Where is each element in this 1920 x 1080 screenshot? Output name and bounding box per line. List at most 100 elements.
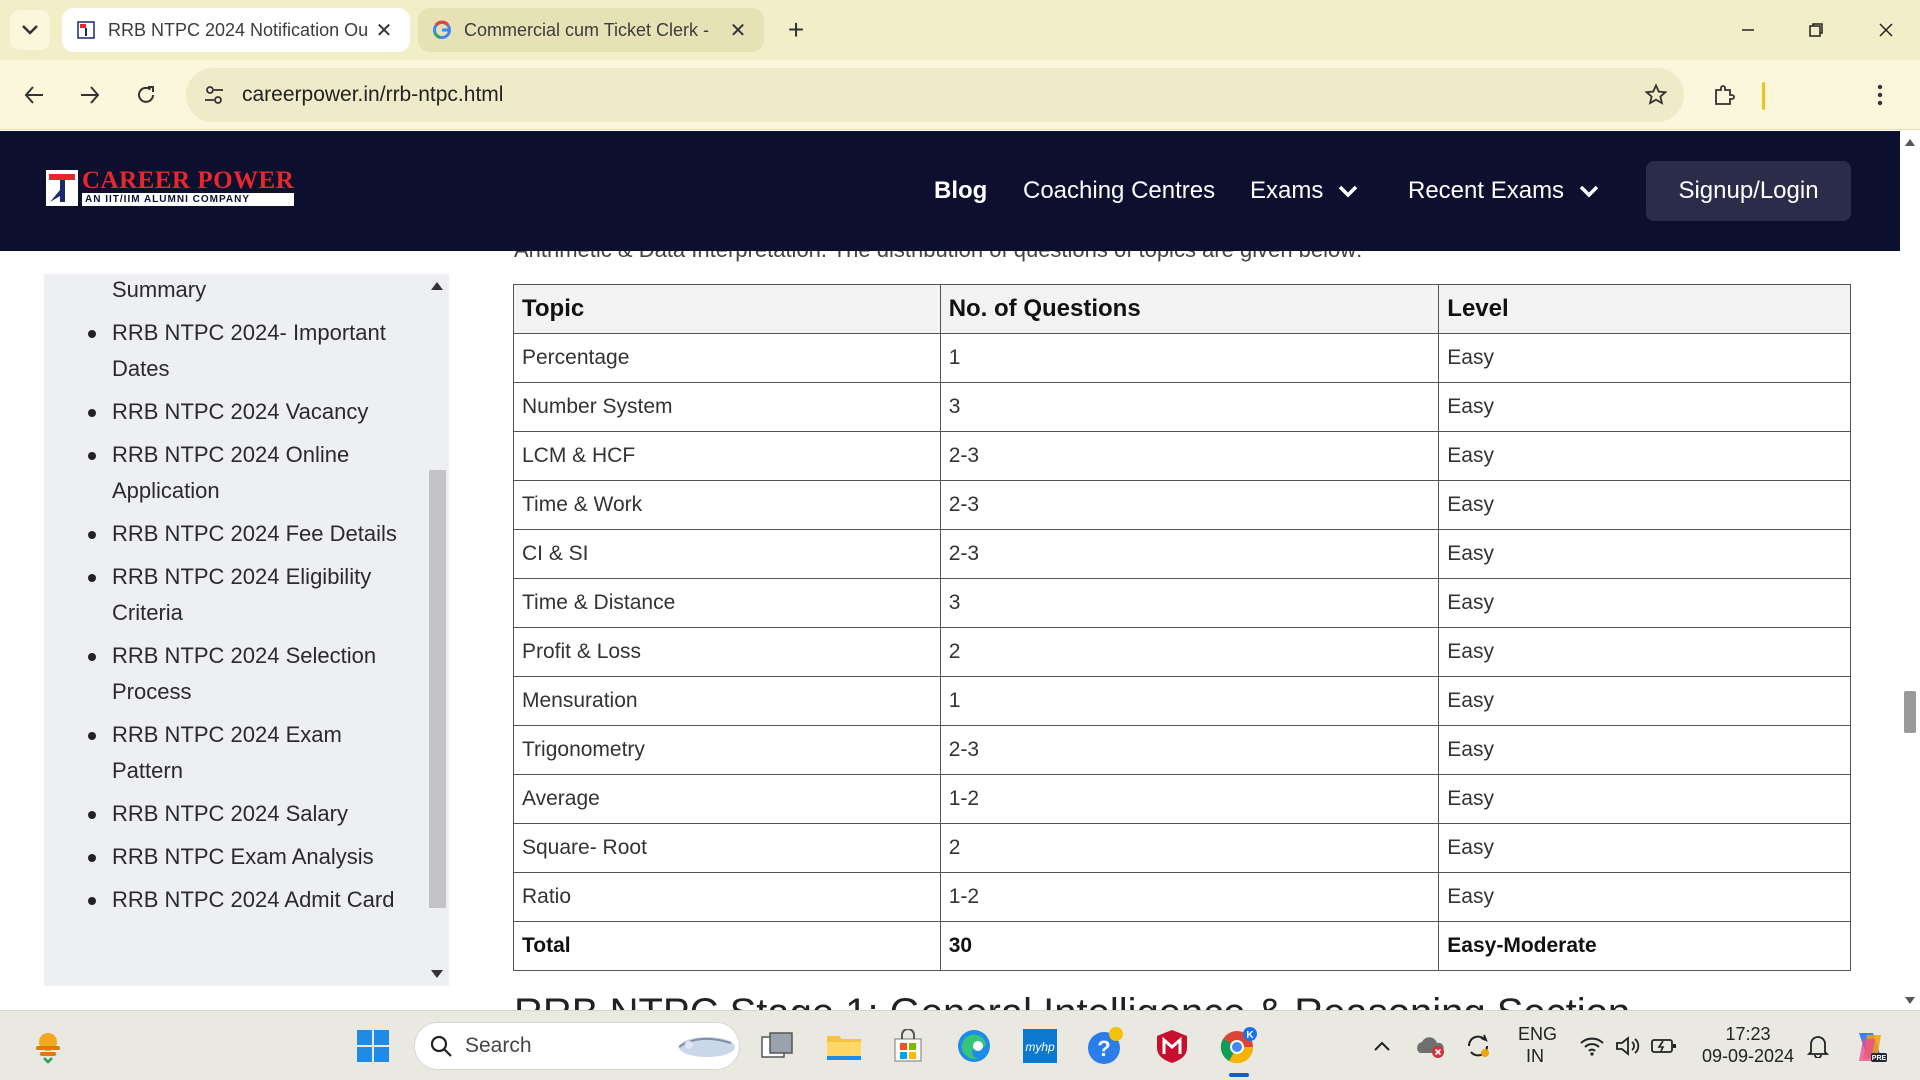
cell-topic: LCM & HCF xyxy=(513,431,941,481)
cell-topic: Average xyxy=(513,774,941,824)
table-body: Percentage 1 Easy Number System 3 Easy LCM & H… xyxy=(513,333,1851,971)
toc-item[interactable]: RRB NTPC Exam Analysis xyxy=(44,839,424,875)
scroll-up-arrow-icon[interactable] xyxy=(431,282,443,290)
page-scrollbar[interactable] xyxy=(1900,131,1920,1010)
get-help-icon[interactable]: ? xyxy=(1084,1024,1128,1068)
start-button[interactable] xyxy=(351,1024,395,1068)
restore-button[interactable] xyxy=(1792,12,1840,48)
bullet-icon xyxy=(88,653,96,661)
close-window-button[interactable] xyxy=(1862,12,1910,48)
mcafee-icon[interactable] xyxy=(1150,1024,1194,1068)
cell-level: Easy xyxy=(1438,823,1851,873)
scroll-up-arrow-icon[interactable] xyxy=(1905,139,1915,146)
input-language-indicator[interactable]: ENG IN xyxy=(1518,1023,1557,1067)
toc-item[interactable]: RRB NTPC 2024 Selection Process xyxy=(44,638,424,710)
table-of-contents: Summary RRB NTPC 2024- Important Dates RRB… xyxy=(44,274,449,986)
task-view-icon[interactable] xyxy=(756,1024,800,1068)
close-tab-icon[interactable]: ✕ xyxy=(726,18,750,43)
bookmark-button[interactable] xyxy=(1628,83,1684,107)
forward-button[interactable] xyxy=(70,75,110,115)
show-hidden-icons-button[interactable] xyxy=(1360,1024,1404,1068)
more-vertical-icon xyxy=(1877,84,1883,106)
toc-item[interactable]: RRB NTPC 2024 Admit Card xyxy=(44,882,424,918)
toc-item[interactable]: Summary xyxy=(44,274,424,308)
toc-item-label: RRB NTPC 2024 Fee Details xyxy=(112,521,397,546)
system-clock[interactable]: 17:23 09-09-2024 xyxy=(1696,1023,1800,1067)
toc-scrollbar-thumb[interactable] xyxy=(429,470,446,908)
chrome-icon[interactable]: K xyxy=(1216,1024,1260,1068)
toc-item-label: RRB NTPC 2024 Selection Process xyxy=(112,643,377,704)
close-tab-icon[interactable]: ✕ xyxy=(372,18,396,43)
battery-charging-icon[interactable] xyxy=(1642,1024,1686,1068)
file-explorer-icon[interactable] xyxy=(822,1024,866,1068)
cell-questions: 2-3 xyxy=(939,480,1440,530)
toc-item[interactable]: RRB NTPC 2024 Vacancy xyxy=(44,394,424,430)
clock-date: 09-09-2024 xyxy=(1701,1046,1795,1066)
copilot-icon[interactable]: PRE xyxy=(1848,1024,1892,1068)
browser-tab-commercial-clerk[interactable]: Commercial cum Ticket Clerk - ✕ xyxy=(418,8,764,52)
edge-browser-icon[interactable] xyxy=(952,1024,996,1068)
logo-mark-icon xyxy=(46,169,78,206)
toc-item[interactable]: RRB NTPC 2024- Important Dates xyxy=(44,315,424,387)
cell-level: Easy xyxy=(1438,480,1851,530)
cell-level: Easy xyxy=(1438,578,1851,628)
toc-item[interactable]: RRB NTPC 2024 Eligibility Criteria xyxy=(44,559,424,631)
column-header-topic: Topic xyxy=(513,284,941,334)
cell-topic: Ratio xyxy=(513,872,941,922)
site-favicon-icon xyxy=(77,21,95,39)
microsoft-store-icon[interactable] xyxy=(886,1024,930,1068)
tab-search-button[interactable] xyxy=(10,10,50,50)
nav-coaching-centres[interactable]: Coaching Centres xyxy=(1023,131,1215,251)
toc-item[interactable]: RRB NTPC 2024 Online Application xyxy=(44,437,424,509)
toc-item[interactable]: RRB NTPC 2024 Exam Pattern xyxy=(44,717,424,789)
career-power-logo[interactable]: CAREER POWER AN IIT/IIM ALUMNI COMPANY xyxy=(46,167,295,206)
site-info-button[interactable] xyxy=(186,84,242,106)
back-button[interactable] xyxy=(14,75,54,115)
column-header-level: Level xyxy=(1438,284,1851,334)
toc-item[interactable]: RRB NTPC 2024 Fee Details xyxy=(44,516,424,552)
next-section-heading-cut: RRB NTPC Stage 1: General Intelligence &… xyxy=(514,991,1630,1010)
toc-item-label: RRB NTPC 2024 Vacancy xyxy=(112,399,369,424)
onedrive-error-icon[interactable] xyxy=(1408,1024,1452,1068)
sync-status-icon[interactable] xyxy=(1456,1024,1500,1068)
new-tab-button[interactable]: + xyxy=(778,12,814,48)
nav-blog[interactable]: Blog xyxy=(934,131,987,251)
weather-widget-icon[interactable] xyxy=(26,1024,70,1068)
cell-topic: Profit & Loss xyxy=(513,627,941,677)
toc-scrollbar[interactable] xyxy=(426,274,449,986)
page-content: Arithmetic & Data Interpretation. The di… xyxy=(0,251,1900,1010)
cell-topic: Number System xyxy=(513,382,941,432)
page-scrollbar-thumb[interactable] xyxy=(1904,691,1916,733)
toc-item[interactable]: RRB NTPC 2024 Salary xyxy=(44,796,424,832)
nav-coaching-label: Coaching Centres xyxy=(1023,177,1216,204)
table-row: Trigonometry 2-3 Easy xyxy=(513,725,1851,775)
cell-level: Easy xyxy=(1438,333,1851,383)
extensions-button[interactable] xyxy=(1704,75,1744,115)
logo-name: CAREER POWER xyxy=(82,167,295,194)
signup-login-button[interactable]: Signup/Login xyxy=(1646,161,1851,221)
total-questions: 30 xyxy=(939,921,1440,971)
toolbar-divider xyxy=(1762,82,1765,110)
plus-icon: + xyxy=(787,14,805,45)
intro-paragraph-cut: Arithmetic & Data Interpretation. The di… xyxy=(514,251,1362,263)
taskbar-search-box[interactable]: Search xyxy=(414,1022,740,1070)
address-bar[interactable]: careerpower.in/rrb-ntpc.html xyxy=(186,68,1684,122)
browser-menu-button[interactable] xyxy=(1860,75,1900,115)
cell-level: Easy xyxy=(1438,529,1851,579)
nav-recent-exams[interactable]: Recent Exams xyxy=(1408,131,1600,251)
clock-time: 17:23 xyxy=(1725,1024,1771,1044)
minimize-button[interactable] xyxy=(1724,12,1772,48)
cell-questions: 1 xyxy=(939,676,1440,726)
tab-title: Commercial cum Ticket Clerk - xyxy=(464,19,710,40)
star-icon xyxy=(1644,83,1668,105)
notifications-icon[interactable] xyxy=(1796,1024,1840,1068)
cell-level: Easy xyxy=(1438,382,1851,432)
myhp-app-icon[interactable]: myhp xyxy=(1018,1024,1062,1068)
scroll-down-arrow-icon[interactable] xyxy=(1905,997,1915,1004)
browser-tab-rrb-ntpc[interactable]: RRB NTPC 2024 Notification Ou ✕ xyxy=(62,8,410,52)
site-header: CAREER POWER AN IIT/IIM ALUMNI COMPANY B… xyxy=(0,131,1900,251)
reload-button[interactable] xyxy=(126,75,166,115)
scroll-down-arrow-icon[interactable] xyxy=(431,970,443,978)
nav-exams[interactable]: Exams xyxy=(1250,131,1359,251)
close-icon xyxy=(1879,23,1893,37)
